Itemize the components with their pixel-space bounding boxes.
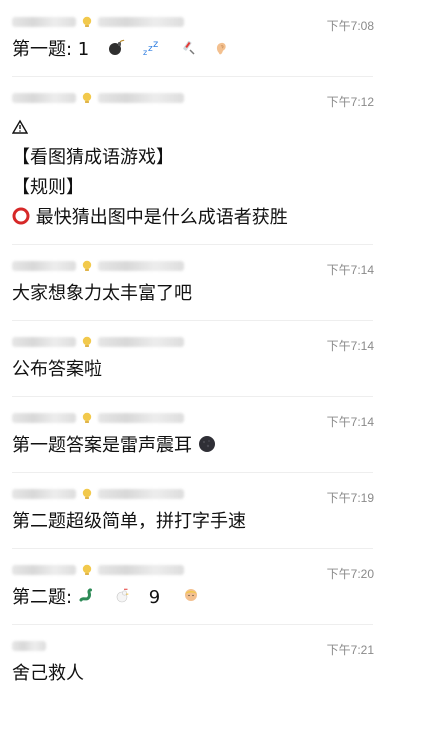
message-meta: 下午7:20	[12, 558, 374, 581]
sender-name-blurred	[12, 639, 46, 653]
bulb-icon	[80, 91, 94, 105]
message-time: 下午7:14	[326, 339, 374, 353]
message-item: 下午7:20 第二题: 9	[12, 549, 374, 610]
message-meta: 下午7:14	[12, 330, 374, 353]
message-time: 下午7:14	[326, 263, 374, 277]
sender-name-blurred	[12, 91, 184, 105]
message-body: 第一题: 1	[12, 39, 90, 60]
bulb-icon	[80, 259, 94, 273]
bulb-icon	[80, 487, 94, 501]
message-line: 最快猜出图中是什么成语者获胜	[12, 206, 373, 230]
message-meta: 下午7:21	[12, 634, 374, 657]
zzz-icon: z z z	[142, 39, 160, 57]
message-number: 9	[148, 587, 161, 608]
message-time: 下午7:19	[326, 491, 374, 505]
blurred-name-block	[12, 641, 46, 651]
message-item: 下午7:14 第一题答案是雷声震耳	[12, 397, 374, 458]
message-time: 下午7:12	[326, 95, 374, 109]
message-text: 第二题: 9	[12, 586, 373, 610]
message-text: 第一题答案是雷声震耳	[12, 434, 373, 458]
svg-text:z: z	[143, 48, 147, 57]
message-item: 下午7:08 第一题: 1 z z z	[12, 0, 374, 62]
blurred-name-block	[12, 565, 76, 575]
blurred-name-block	[98, 489, 184, 499]
message-time: 下午7:20	[326, 567, 374, 581]
new-moon-icon	[198, 435, 216, 453]
message-text: 第二题超级简单，拼打字手速	[12, 511, 246, 532]
ear-icon	[213, 39, 231, 57]
message-body: 第一题答案是雷声震耳	[12, 435, 192, 456]
message-meta: 下午7:12	[12, 86, 374, 109]
sender-name-blurred	[12, 411, 184, 425]
blurred-name-block	[12, 17, 76, 27]
message-time: 下午7:08	[326, 19, 374, 33]
message-text: 公布答案啦	[12, 359, 102, 380]
sender-name-blurred	[12, 15, 184, 29]
blurred-name-block	[98, 565, 184, 575]
message-time: 下午7:21	[326, 643, 374, 657]
message-body: 第二题:	[12, 587, 73, 608]
blurred-name-block	[98, 261, 184, 271]
chat-screen: 下午7:08 第一题: 1 z z z 下午7:12 【看图猜成语游戏】 【规则…	[0, 0, 421, 734]
sender-name-blurred	[12, 335, 184, 349]
message-time: 下午7:14	[326, 415, 374, 429]
message-text: 第一题: 1 z z z	[12, 38, 373, 62]
sender-name-blurred	[12, 259, 184, 273]
message-item: 下午7:12 【看图猜成语游戏】 【规则】 最快猜出图中是什么成语者获胜	[12, 77, 374, 230]
warning-line	[12, 116, 373, 140]
message-item: 下午7:14 公布答案啦	[12, 321, 374, 382]
sender-name-blurred	[12, 487, 184, 501]
blurred-name-block	[12, 413, 76, 423]
message-meta: 下午7:19	[12, 482, 374, 505]
snake-icon	[78, 587, 96, 605]
message-line: 【规则】	[12, 177, 84, 198]
message-body: 最快猜出图中是什么成语者获胜	[35, 207, 288, 228]
message-meta: 下午7:08	[12, 10, 374, 33]
blurred-name-block	[98, 93, 184, 103]
bulb-icon	[80, 15, 94, 29]
blurred-name-block	[98, 413, 184, 423]
blurred-name-block	[12, 337, 76, 347]
message-text: 舍己救人	[12, 663, 84, 684]
person-icon	[182, 587, 200, 605]
blurred-name-block	[98, 17, 184, 27]
message-item: 下午7:21 舍己救人	[12, 625, 374, 686]
blurred-name-block	[12, 489, 76, 499]
message-meta: 下午7:14	[12, 406, 374, 429]
message-line: 【看图猜成语游戏】	[12, 147, 174, 168]
bomb-icon	[107, 39, 125, 57]
bulb-icon	[80, 335, 94, 349]
warning-icon	[12, 119, 28, 135]
message-item: 下午7:14 大家想象力太丰富了吧	[12, 245, 374, 306]
blurred-name-block	[12, 261, 76, 271]
syringe-icon	[178, 39, 196, 57]
message-text: 大家想象力太丰富了吧	[12, 283, 192, 304]
red-circle-icon	[12, 207, 30, 225]
blurred-name-block	[12, 93, 76, 103]
svg-text:z: z	[153, 39, 158, 50]
blurred-name-block	[98, 337, 184, 347]
bulb-icon	[80, 563, 94, 577]
message-meta: 下午7:14	[12, 254, 374, 277]
bulb-icon	[80, 411, 94, 425]
sender-name-blurred	[12, 563, 184, 577]
message-item: 下午7:19 第二题超级简单，拼打字手速	[12, 473, 374, 534]
rooster-icon	[113, 587, 131, 605]
